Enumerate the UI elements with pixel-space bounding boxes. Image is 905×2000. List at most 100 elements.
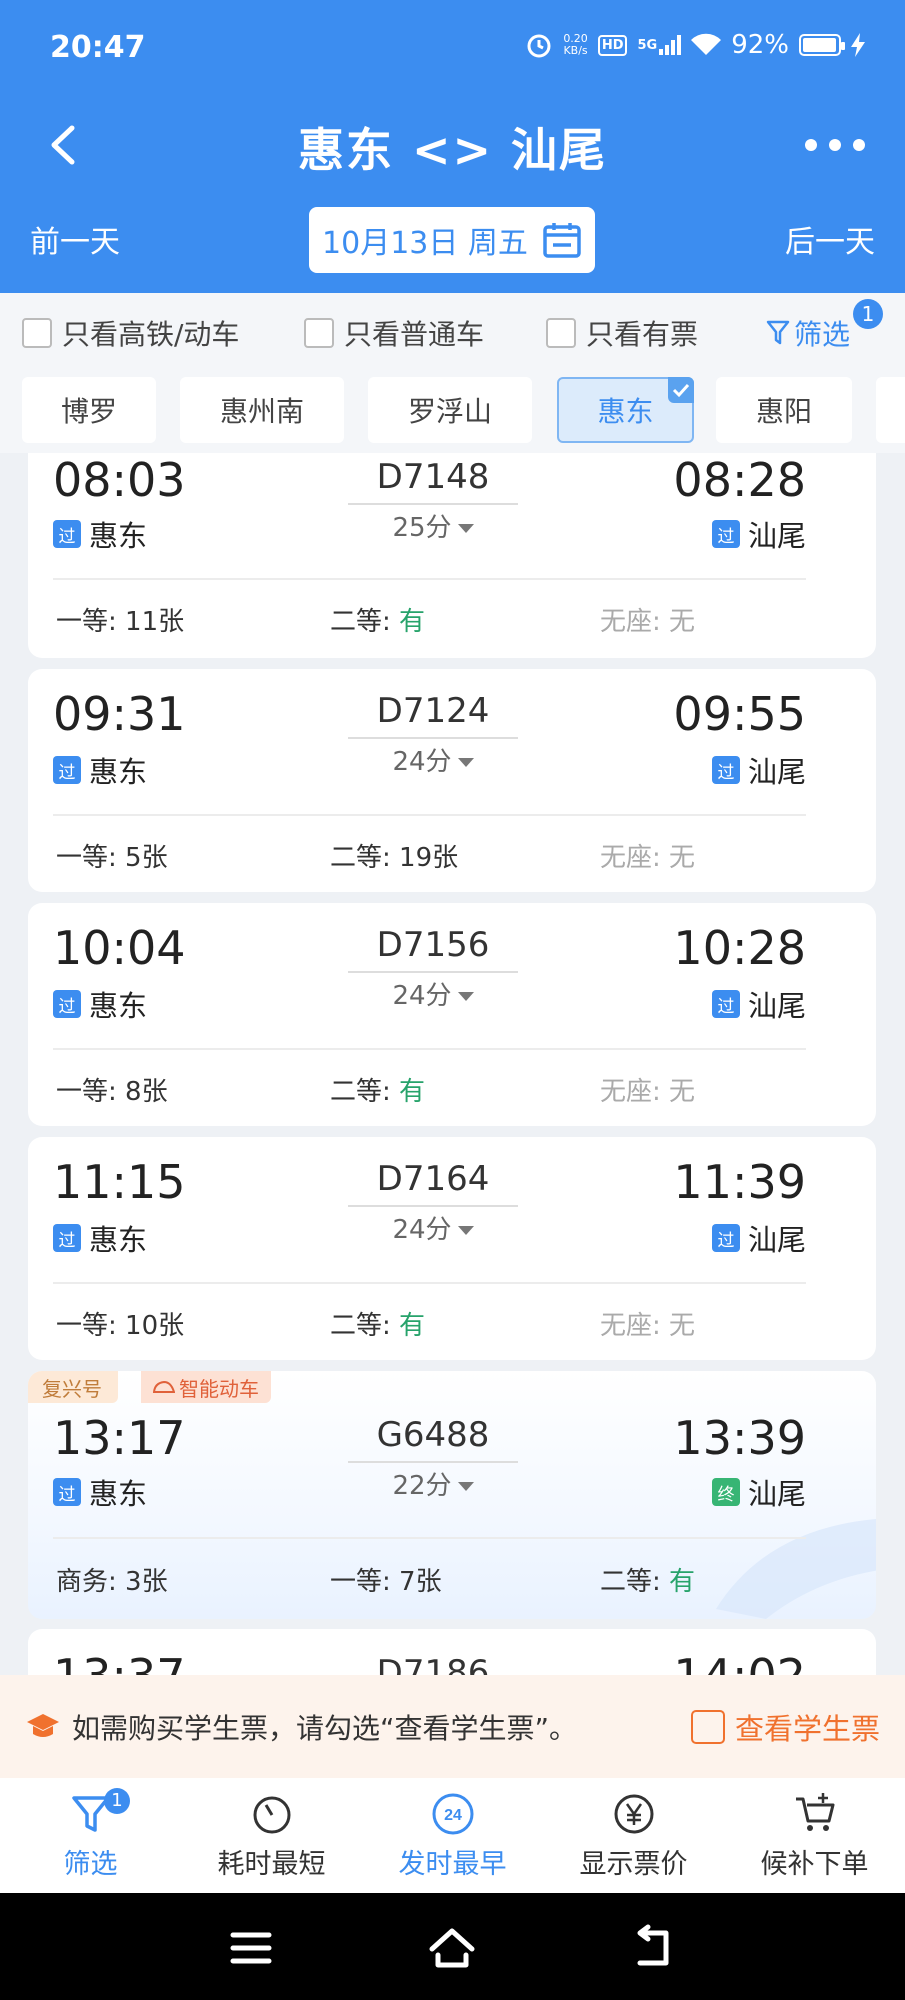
departure-time: 11:15 (53, 1155, 186, 1209)
seat-first: 一等: 7张 (330, 1567, 442, 1597)
arrival-time: 10:28 (673, 921, 806, 975)
more-button[interactable] (805, 130, 865, 160)
route-line (348, 971, 518, 973)
train-number: D7156 (376, 925, 490, 965)
smart-emu-badge: 智能动车 (141, 1371, 271, 1403)
pass-tag: 过 (711, 756, 740, 784)
network-speed: 0.20 KB/s (563, 32, 588, 57)
departure-station: 过惠东 (53, 749, 147, 791)
funnel-icon (766, 320, 790, 345)
route-line (348, 737, 518, 739)
train-number: D7148 (376, 457, 490, 497)
route-line (348, 1205, 518, 1207)
arrival-station: 过汕尾 (711, 749, 806, 791)
train-list[interactable]: 08:03 D7148 25分 08:28 过惠东 过汕尾 一等: 11张 二等… (0, 453, 905, 1675)
departure-station: 过惠东 (53, 983, 147, 1025)
page-title: 惠东 <> 汕尾 (297, 123, 608, 177)
back-nav-icon[interactable] (628, 1923, 678, 1973)
pass-tag: 过 (711, 520, 740, 548)
pass-tag: 过 (53, 520, 81, 548)
station-tab-boluo[interactable]: 博罗 (22, 377, 156, 443)
toolbar-waitlist[interactable]: 候补下单 (724, 1792, 905, 1881)
duration-toggle[interactable]: 25分 (348, 507, 518, 544)
has-ticket-only-checkbox[interactable]: 只看有票 (546, 313, 698, 353)
train-watermark-icon (716, 1519, 876, 1619)
train-icon (153, 1380, 175, 1393)
filter-button[interactable]: 筛选 (766, 313, 850, 353)
arrival-station: 过汕尾 (711, 1217, 806, 1259)
status-icons: 0.20 KB/s HD 5G 92% (525, 30, 865, 60)
departure-station: 过惠东 (53, 1217, 147, 1259)
station-tab-huizhounan[interactable]: 惠州南 (180, 377, 344, 443)
toolbar-filter[interactable]: 1 筛选 (0, 1788, 181, 1881)
station-tab-more[interactable] (876, 377, 905, 443)
status-time: 20:47 (50, 30, 146, 65)
duration-toggle[interactable]: 24分 (348, 1209, 518, 1246)
yen-icon (612, 1792, 656, 1836)
train-card[interactable]: 13:37 D7186 14:02 (28, 1629, 876, 1675)
train-number: D7164 (376, 1159, 490, 1199)
station-tabs: 博罗 惠州南 罗浮山 惠东 惠阳 (0, 363, 905, 453)
station-tab-huidong[interactable]: 惠东 (557, 377, 694, 443)
duration-toggle[interactable]: 24分 (348, 975, 518, 1012)
normal-only-checkbox[interactable]: 只看普通车 (304, 313, 484, 353)
departure-time: 08:03 (53, 453, 186, 507)
arrival-station: 终汕尾 (711, 1471, 806, 1513)
seat-second: 二等: 19张 (330, 843, 459, 873)
toolbar-show-price[interactable]: 显示票价 (543, 1792, 724, 1881)
train-card[interactable]: 09:31 D7124 24分 09:55 过惠东 过汕尾 一等: 5张 二等:… (28, 669, 876, 892)
pass-tag: 过 (53, 1224, 81, 1252)
seat-first: 一等: 10张 (56, 1311, 185, 1341)
checkbox-box (304, 318, 334, 348)
departure-time: 13:37 (53, 1649, 186, 1675)
prev-day-button[interactable]: 前一天 (30, 217, 120, 261)
divider (53, 578, 806, 580)
pass-tag: 过 (53, 756, 81, 784)
arrival-time: 14:02 (673, 1649, 806, 1675)
student-hint-text: 如需购买学生票，请勾选“查看学生票”。 (72, 1711, 578, 1745)
arrival-station: 过汕尾 (711, 983, 806, 1025)
route-line (348, 503, 518, 505)
terminal-tag: 终 (711, 1478, 740, 1506)
toolbar-earliest[interactable]: 24 发时最早 (362, 1792, 543, 1881)
departure-time: 13:17 (53, 1411, 186, 1465)
seat-first: 一等: 8张 (56, 1077, 168, 1107)
system-nav-bar (0, 1893, 905, 2000)
signal-icon: 5G (637, 35, 682, 55)
dropdown-triangle-icon (457, 1482, 474, 1491)
divider (53, 1537, 806, 1539)
status-bar: 20:47 0.20 KB/s HD 5G 92% (0, 0, 905, 100)
next-day-button[interactable]: 后一天 (785, 217, 875, 261)
more-dot-icon (805, 139, 817, 151)
route-line (348, 1461, 518, 1463)
station-tab-huiyang[interactable]: 惠阳 (716, 377, 852, 443)
train-card[interactable]: 复兴号 智能动车 13:17 G6488 22分 13:39 过惠东 终汕尾 商… (28, 1371, 876, 1619)
seat-second: 二等: 有 (330, 1077, 426, 1107)
home-icon[interactable] (427, 1923, 477, 1973)
battery-icon (799, 34, 845, 56)
duration-toggle[interactable]: 24分 (348, 741, 518, 778)
calendar-icon (543, 223, 581, 258)
train-number: D7124 (376, 691, 490, 731)
hd-icon: HD (597, 34, 628, 56)
more-dot-icon (853, 139, 865, 151)
seat-second: 二等: 有 (330, 607, 426, 637)
station-tab-luofushan[interactable]: 罗浮山 (368, 377, 532, 443)
menu-icon[interactable] (226, 1923, 276, 1973)
train-card[interactable]: 10:04 D7156 24分 10:28 过惠东 过汕尾 一等: 8张 二等:… (28, 903, 876, 1126)
seat-second: 二等: 有 (600, 1567, 696, 1597)
pass-tag: 过 (711, 990, 740, 1018)
high-speed-only-checkbox[interactable]: 只看高铁/动车 (22, 313, 239, 353)
arrival-time: 11:39 (673, 1155, 806, 1209)
filter-row: 只看高铁/动车 只看普通车 只看有票 筛选 1 (0, 293, 905, 363)
train-card[interactable]: 08:03 D7148 25分 08:28 过惠东 过汕尾 一等: 11张 二等… (28, 453, 876, 658)
date-picker[interactable]: 10月13日 周五 (309, 207, 595, 273)
student-ticket-banner: 如需购买学生票，请勾选“查看学生票”。 查看学生票 (0, 1675, 905, 1778)
duration-toggle[interactable]: 22分 (348, 1465, 518, 1502)
train-card[interactable]: 11:15 D7164 24分 11:39 过惠东 过汕尾 一等: 10张 二等… (28, 1137, 876, 1360)
date-row: 前一天 10月13日 周五 后一天 (0, 205, 905, 275)
dropdown-triangle-icon (457, 1226, 474, 1235)
student-ticket-checkbox[interactable]: 查看学生票 (690, 1706, 880, 1748)
toolbar-shortest[interactable]: 耗时最短 (181, 1792, 362, 1881)
seat-standing: 无座: 无 (600, 1311, 696, 1341)
